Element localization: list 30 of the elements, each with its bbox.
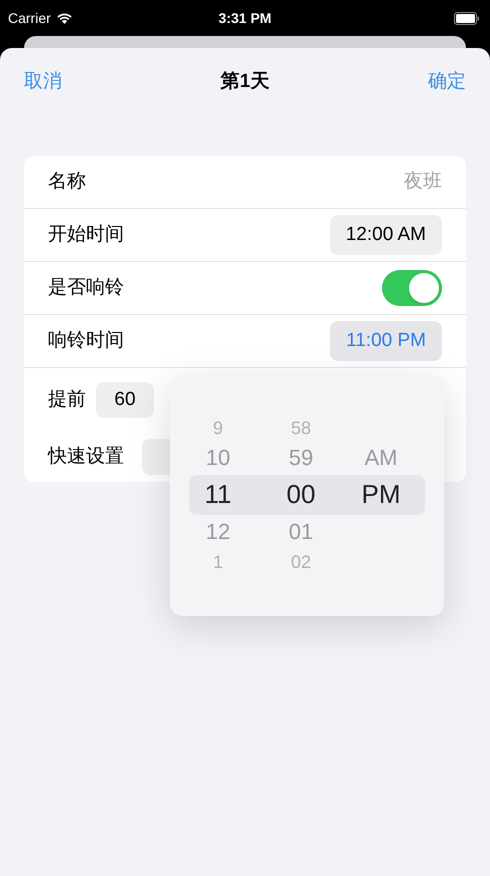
picker-item[interactable]: 01 xyxy=(256,521,346,543)
row-label: 响铃时间 xyxy=(48,328,124,353)
row-value: 夜班 xyxy=(404,170,442,194)
picker-item[interactable]: 00 xyxy=(256,481,346,507)
carrier-label: Carrier xyxy=(8,8,51,28)
picker-item[interactable]: 12 xyxy=(180,521,256,543)
picker-item[interactable]: 1 xyxy=(180,553,256,571)
row-label: 提前 xyxy=(48,388,86,412)
time-button[interactable]: 12:00 AM xyxy=(330,215,442,255)
row-label: 是否响铃 xyxy=(48,276,124,300)
confirm-button[interactable]: 确定 xyxy=(428,68,466,96)
minutes-field[interactable]: 60 xyxy=(96,382,154,418)
row-label: 开始时间 xyxy=(48,222,124,247)
sheet-title: 第1天 xyxy=(220,70,270,94)
picker-item[interactable]: 11 xyxy=(180,481,256,507)
picker-item[interactable]: 9 xyxy=(180,419,256,437)
wifi-icon xyxy=(56,12,73,24)
row-label: 快速设置 xyxy=(48,444,124,469)
picker-item[interactable]: 02 xyxy=(256,553,346,571)
picker-item[interactable]: 58 xyxy=(256,419,346,437)
picker-item[interactable]: 10 xyxy=(180,447,256,469)
battery-icon xyxy=(454,12,480,24)
clock-time: 3:31 PM xyxy=(218,8,272,28)
row-label: 名称 xyxy=(48,170,86,194)
picker-item[interactable]: 59 xyxy=(256,447,346,469)
toggle-switch[interactable] xyxy=(382,270,442,306)
picker-item[interactable]: PM xyxy=(346,481,416,507)
time-button[interactable]: 11:00 PM xyxy=(330,321,442,361)
cancel-button[interactable]: 取消 xyxy=(24,68,62,96)
picker-item[interactable]: AM xyxy=(346,447,416,469)
